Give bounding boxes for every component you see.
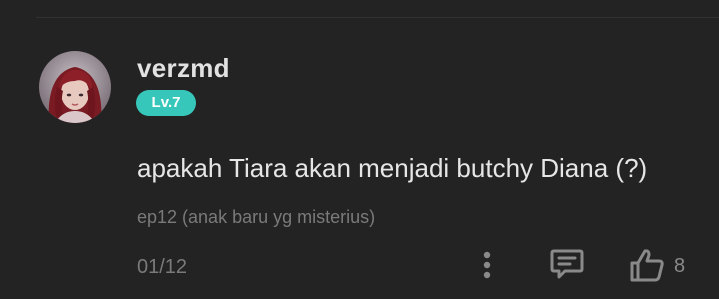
username[interactable]: verzmd [137, 53, 230, 83]
avatar-image [39, 51, 111, 123]
thumbs-up-icon [628, 247, 666, 283]
comment-date: 01/12 [137, 256, 188, 278]
user-avatar[interactable] [39, 51, 111, 123]
top-divider [36, 17, 719, 18]
level-badge: Lv.7 [136, 90, 196, 116]
episode-reference[interactable]: ep12 (anak baru yg misterius) [137, 206, 375, 228]
more-options-icon[interactable] [475, 248, 499, 282]
comment-text: apakah Tiara akan menjadi butchy Diana (… [137, 153, 648, 183]
like-count: 8 [674, 255, 686, 277]
reply-icon[interactable] [549, 247, 585, 281]
like-button[interactable]: 8 [626, 245, 692, 285]
